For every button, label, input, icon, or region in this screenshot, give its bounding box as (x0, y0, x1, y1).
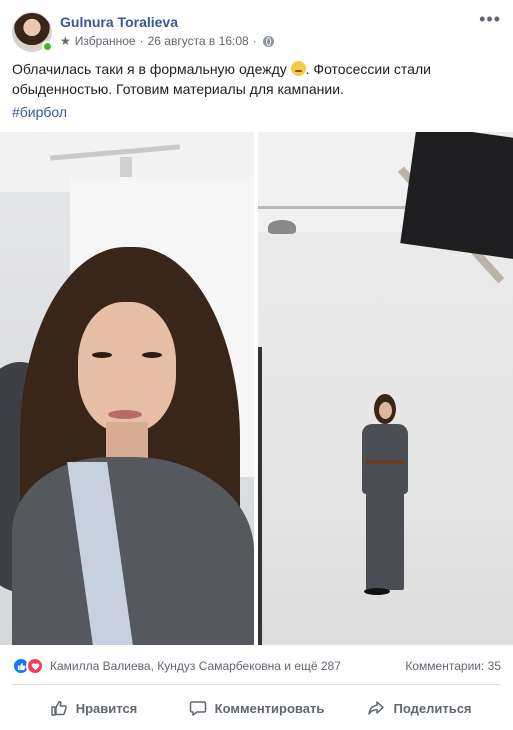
separator-2: · (252, 34, 257, 48)
share-button-label: Поделиться (393, 700, 472, 716)
post-card: Gulnura Toralieva ★ Избранное · 26 авгус… (0, 0, 513, 730)
post-timestamp[interactable]: 26 августа в 16:08 (148, 34, 249, 48)
hashtag-link[interactable]: #бирбол (12, 104, 67, 120)
photo-grid (0, 132, 513, 645)
share-button[interactable]: Поделиться (338, 690, 501, 726)
audience-label[interactable]: Избранное (75, 34, 136, 48)
star-icon: ★ (60, 34, 71, 48)
model-shoes (364, 588, 390, 595)
likers-list[interactable]: Камилла Валиева, Кундуз Самарбековна и е… (50, 659, 341, 673)
lips (108, 410, 142, 419)
pensive-face-icon (290, 61, 306, 76)
thumbs-up-icon (50, 700, 67, 716)
model-trousers (366, 492, 404, 590)
actions-divider (12, 684, 501, 685)
left-eye (92, 352, 112, 358)
photo-full-body[interactable] (258, 132, 513, 645)
author-name[interactable]: Gulnura Toralieva (60, 14, 178, 30)
model-face (379, 402, 392, 419)
comments-count[interactable]: Комментарии: 35 (405, 659, 501, 673)
post-text-part-1: Облачилась таки я в формальную одежду (12, 61, 291, 77)
photo-selfie[interactable] (0, 132, 254, 645)
engagement-stats: Камилла Валиева, Кундуз Самарбековна и е… (12, 657, 501, 675)
share-arrow-icon (368, 701, 385, 715)
post-header: Gulnura Toralieva ★ Избранное · 26 авгус… (12, 10, 501, 52)
grey-jacket (12, 457, 254, 645)
stand-edge (258, 347, 262, 645)
reaction-icons[interactable] (12, 657, 44, 675)
more-options-button[interactable]: ••• (479, 10, 501, 28)
globe-icon[interactable] (262, 35, 274, 47)
speech-bubble-icon (189, 701, 206, 716)
post-text: Облачилась таки я в формальную одежду . … (12, 59, 492, 99)
post-action-bar: Нравится Комментировать Поделиться (12, 690, 501, 726)
comment-button-label: Комментировать (214, 700, 325, 716)
studio-lamp (268, 220, 296, 234)
like-button-label: Нравится (75, 700, 138, 716)
model-jacket (362, 424, 408, 494)
softbox-light (400, 132, 513, 260)
right-eye (142, 352, 162, 358)
love-reaction-icon (26, 657, 44, 675)
like-button[interactable]: Нравится (12, 690, 175, 726)
model-belt (366, 460, 404, 464)
post-meta: ★ Избранное · 26 августа в 16:08 · (60, 34, 274, 48)
online-status-indicator (42, 41, 53, 52)
meta-separator: · (139, 34, 144, 48)
comment-button[interactable]: Комментировать (175, 690, 338, 726)
studio-ceiling (258, 132, 418, 232)
